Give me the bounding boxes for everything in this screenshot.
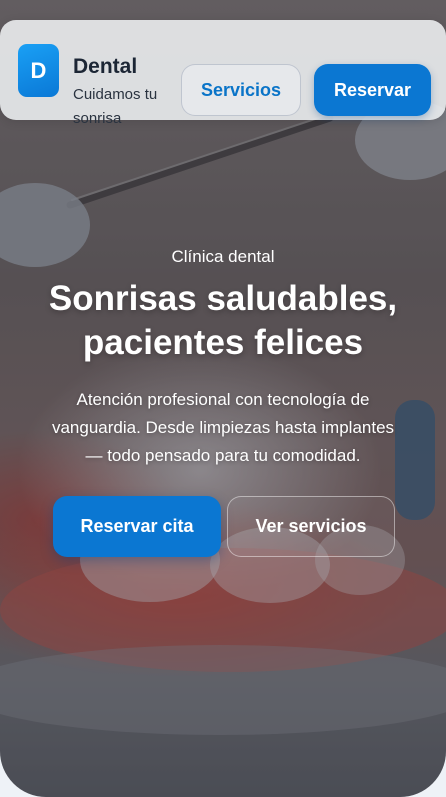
view-services-button[interactable]: Ver servicios (227, 496, 395, 557)
top-navbar: D Dental Cuidamos tu sonrisa Servicios R… (0, 20, 446, 127)
logo-icon[interactable]: D (18, 44, 59, 97)
nav-reserve-button[interactable]: Reservar (314, 64, 431, 116)
brand-name[interactable]: Dental (73, 55, 137, 79)
reserve-appointment-button[interactable]: Reservar cita (53, 496, 221, 557)
hero-description: Atención profesional con tecnología de v… (51, 390, 395, 465)
nav-services-button[interactable]: Servicios (181, 64, 301, 116)
brand-tagline: Cuidamos tu sonrisa (73, 86, 158, 127)
hero-headline: Sonrisas saludables, pacientes felices (48, 279, 398, 362)
hero-eyebrow: Clínica dental (171, 247, 275, 266)
